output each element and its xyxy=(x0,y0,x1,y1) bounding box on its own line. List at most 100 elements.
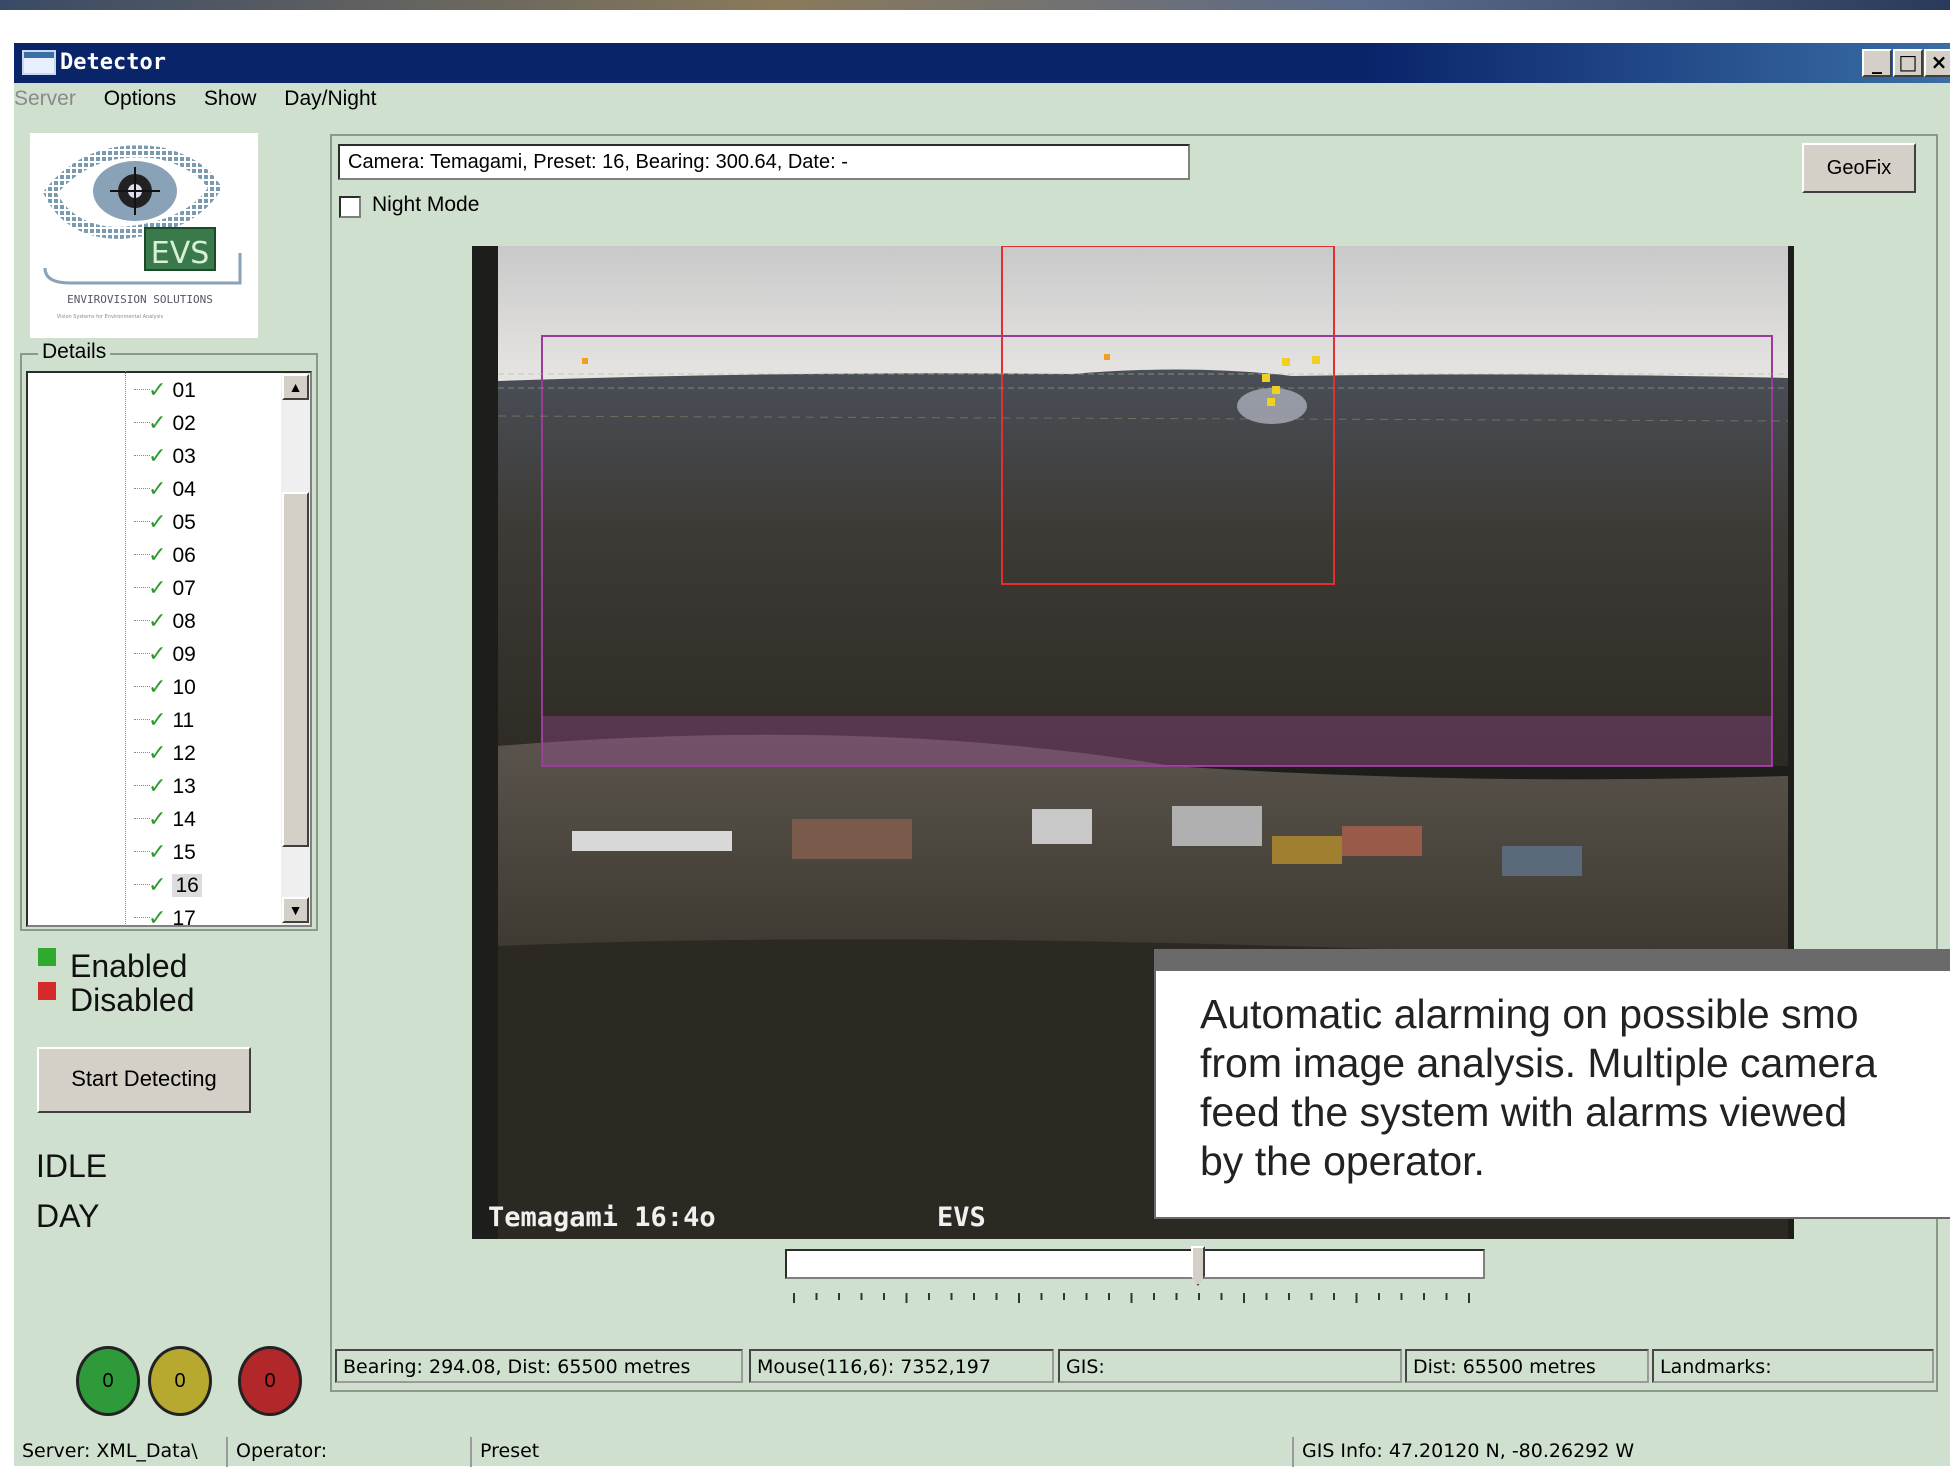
detector-state: IDLE xyxy=(36,1148,108,1184)
preset-item[interactable]: ✓ 17 xyxy=(134,905,196,938)
preset-item[interactable]: ✓ 12 xyxy=(134,740,196,773)
night-mode-checkbox[interactable] xyxy=(339,196,361,218)
check-icon: ✓ xyxy=(148,575,167,600)
tree-connector xyxy=(134,851,150,852)
tree-connector xyxy=(134,884,150,885)
title-bar[interactable] xyxy=(14,43,1950,83)
caption-text: Automatic alarming on possible smo from … xyxy=(1200,991,1877,1184)
preset-item-label: 08 xyxy=(172,610,196,633)
tree-connector xyxy=(134,653,150,654)
tree-connector xyxy=(134,455,150,456)
top-decorative-band xyxy=(0,0,1950,10)
geofix-button[interactable]: GeoFix xyxy=(1802,143,1916,193)
tree-connector xyxy=(134,719,150,720)
check-icon: ✓ xyxy=(148,872,167,897)
server-status: Server: XML_Data\ xyxy=(16,1437,228,1467)
menu-options[interactable]: Options xyxy=(104,87,176,110)
preset-item-label: 05 xyxy=(172,511,196,534)
preset-item[interactable]: ✓ 10 xyxy=(134,674,196,707)
disabled-legend-label: Disabled xyxy=(70,982,195,1018)
enabled-legend-label: Enabled xyxy=(70,948,188,984)
tree-connector xyxy=(134,488,150,489)
preset-item[interactable]: ✓ 02 xyxy=(134,410,196,443)
mouse-status: Mouse(116,6): 7352,197 xyxy=(749,1349,1054,1383)
window-title: Detector xyxy=(60,50,166,75)
gis-status: GIS: xyxy=(1058,1349,1402,1383)
night-mode-label: Night Mode xyxy=(372,193,480,216)
operator-status: Operator: xyxy=(230,1437,472,1467)
preset-item[interactable]: ✓ 11 xyxy=(134,707,195,740)
preset-item[interactable]: ✓ 01 xyxy=(134,377,196,410)
preset-item[interactable]: ✓ 16 xyxy=(134,872,202,905)
check-icon: ✓ xyxy=(148,443,167,468)
check-icon: ✓ xyxy=(148,641,167,666)
preset-item-label: 13 xyxy=(172,775,196,798)
preset-item[interactable]: ✓ 09 xyxy=(134,641,196,674)
close-button[interactable]: × xyxy=(1924,49,1950,77)
preset-item[interactable]: ✓ 03 xyxy=(134,443,196,476)
check-icon: ✓ xyxy=(148,542,167,567)
check-icon: ✓ xyxy=(148,410,167,435)
menu-bar: Server Options Show Day/Night xyxy=(14,87,399,111)
alarm-lamp[interactable]: 0 xyxy=(76,1346,140,1416)
tree-connector xyxy=(134,554,150,555)
preset-item-label: 10 xyxy=(172,676,196,699)
preset-item[interactable]: ✓ 15 xyxy=(134,839,196,872)
enabled-legend-icon xyxy=(38,948,56,966)
preset-item-label: 11 xyxy=(172,709,195,732)
check-icon: ✓ xyxy=(148,377,167,402)
day-night-state: DAY xyxy=(36,1198,100,1234)
tree-connector xyxy=(134,587,150,588)
check-icon: ✓ xyxy=(148,509,167,534)
slider-tick-marks xyxy=(793,1293,1470,1303)
menu-server[interactable]: Server xyxy=(14,87,76,110)
menu-show[interactable]: Show xyxy=(204,87,257,110)
preset-item[interactable]: ✓ 05 xyxy=(134,509,196,542)
tree-connector xyxy=(134,785,150,786)
scroll-thumb[interactable] xyxy=(282,492,309,847)
check-icon: ✓ xyxy=(148,740,167,765)
check-icon: ✓ xyxy=(148,839,167,864)
dist-status: Dist: 65500 metres xyxy=(1405,1349,1649,1383)
preset-item-label: 14 xyxy=(172,808,196,831)
preset-item-label: 15 xyxy=(172,841,196,864)
preset-item-label: 17 xyxy=(172,907,196,930)
preset-item[interactable]: ✓ 13 xyxy=(134,773,196,806)
menu-daynight[interactable]: Day/Night xyxy=(284,87,376,110)
check-icon: ✓ xyxy=(148,707,167,732)
alarm-lamp[interactable]: 0 xyxy=(148,1346,212,1416)
check-icon: ✓ xyxy=(148,476,167,501)
preset-item[interactable]: ✓ 14 xyxy=(134,806,196,839)
preset-item[interactable]: ✓ 07 xyxy=(134,575,196,608)
preset-slider-track[interactable] xyxy=(785,1249,1485,1279)
scroll-down-button[interactable]: ▼ xyxy=(282,897,309,923)
check-icon: ✓ xyxy=(148,674,167,699)
preset-item-label: 12 xyxy=(172,742,196,765)
preset-item[interactable]: ✓ 08 xyxy=(134,608,196,641)
evs-logo: EVS ENVIROVISION SOLUTIONS Vision System… xyxy=(30,133,258,338)
preset-item[interactable]: ✓ 04 xyxy=(134,476,196,509)
tree-connector xyxy=(134,422,150,423)
details-label: Details xyxy=(38,340,111,364)
bearing-status: Bearing: 294.08, Dist: 65500 metres xyxy=(335,1349,743,1383)
check-icon: ✓ xyxy=(148,773,167,798)
minimize-button[interactable]: _ xyxy=(1862,49,1892,77)
logo-tagline: Vision Systems for Environmental Analysi… xyxy=(57,314,164,320)
camera-info-field[interactable]: Camera: Temagami, Preset: 16, Bearing: 3… xyxy=(338,144,1190,180)
tree-connector xyxy=(134,686,150,687)
preset-item[interactable]: ✓ 06 xyxy=(134,542,196,575)
video-overlay-brand: EVS xyxy=(937,1202,986,1233)
tree-connector xyxy=(134,620,150,621)
preset-status: Preset xyxy=(474,1437,1294,1467)
preset-item-label: 01 xyxy=(172,379,196,402)
landmarks-status: Landmarks: xyxy=(1652,1349,1934,1383)
preset-item-label: 16 xyxy=(172,874,202,897)
logo-company: ENVIROVISION SOLUTIONS xyxy=(67,293,213,306)
scroll-up-button[interactable]: ▲ xyxy=(282,374,309,400)
maximize-button[interactable]: □ xyxy=(1893,49,1923,77)
start-detecting-button[interactable]: Start Detecting xyxy=(37,1047,251,1113)
tree-connector xyxy=(134,752,150,753)
tree-connector xyxy=(134,818,150,819)
video-overlay-location: Temagami 16:4o xyxy=(488,1202,716,1233)
alarm-lamp[interactable]: 0 xyxy=(238,1346,302,1416)
